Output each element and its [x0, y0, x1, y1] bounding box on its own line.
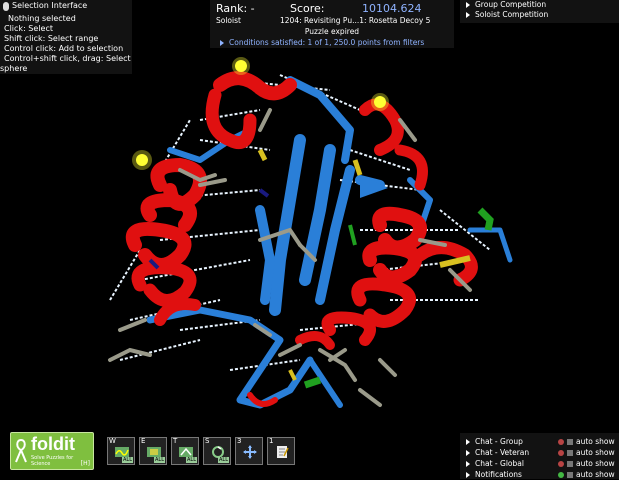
- selection-line: Shift click: Select range: [4, 34, 99, 43]
- expand-triangle-icon: [466, 12, 470, 18]
- foldit-logo-button[interactable]: foldit Solve Puzzles for Science [H]: [10, 432, 94, 470]
- lock-icon[interactable]: [567, 449, 573, 456]
- status-dot-icon[interactable]: [558, 438, 564, 445]
- all-badge: ALL: [186, 457, 197, 463]
- shake-all-button[interactable]: E ALL: [139, 437, 167, 465]
- hotkey-label: T: [173, 437, 178, 445]
- auto-show-label: auto show: [576, 437, 615, 446]
- competition-label: Group Competition: [475, 0, 547, 9]
- score-label: Score:: [290, 2, 325, 15]
- puzzle-status: Puzzle expired: [304, 27, 360, 36]
- chat-label: Chat - Group: [475, 437, 523, 446]
- conditions-text: Conditions satisfied: 1 of 1, 250.0 poin…: [229, 38, 425, 47]
- group-competition-toggle[interactable]: Group Competition: [466, 0, 619, 10]
- hotkey-label: W: [109, 437, 116, 445]
- expand-triangle-icon: [466, 439, 470, 445]
- selection-title-text: Selection Interface: [12, 1, 88, 10]
- competition-panel: Group Competition Soloist Competition: [460, 0, 619, 23]
- expand-triangle-icon: [466, 450, 470, 456]
- selection-line: Control click: Add to selection: [4, 44, 124, 53]
- selection-panel-title: Selection Interface: [0, 0, 132, 12]
- soloist-competition-toggle[interactable]: Soloist Competition: [466, 10, 619, 20]
- lock-icon[interactable]: [567, 438, 573, 445]
- hotkey-label: S: [205, 437, 210, 445]
- all-badge: ALL: [122, 457, 133, 463]
- lock-icon[interactable]: [567, 471, 573, 478]
- score-value: 10104.624: [362, 2, 422, 15]
- player-mode: Soloist: [216, 16, 241, 25]
- move-button[interactable]: 3: [235, 437, 263, 465]
- expand-triangle-icon: [466, 461, 470, 467]
- score-panel: Rank: - Score: 10104.624 Soloist 1204: R…: [210, 0, 454, 48]
- chat-label: Chat - Global: [475, 459, 524, 468]
- lock-icon[interactable]: [567, 460, 573, 467]
- expand-triangle-icon: [466, 2, 470, 8]
- notes-icon: [277, 446, 289, 458]
- conditions-toggle[interactable]: Conditions satisfied: 1 of 1, 250.0 poin…: [220, 38, 424, 47]
- expand-triangle-icon: [220, 40, 224, 46]
- chat-veteran-row[interactable]: Chat - Veteran auto show: [466, 447, 619, 458]
- ribbon-icon: [15, 438, 27, 463]
- wiggle-all-button[interactable]: W ALL: [107, 437, 135, 465]
- expand-triangle-icon: [466, 472, 470, 478]
- chat-panel: Chat - Group auto show Chat - Veteran au…: [460, 433, 619, 479]
- move-arrows-icon: [243, 445, 257, 459]
- rank-label: Rank: -: [216, 2, 255, 15]
- mouse-icon: [3, 1, 9, 11]
- selection-interface-panel: Selection Interface Nothing selected Cli…: [0, 0, 132, 74]
- hotkey-label: 1: [269, 437, 274, 445]
- all-badge: ALL: [218, 457, 229, 463]
- hotkey-label: E: [141, 437, 146, 445]
- selection-line: Control+shift click, drag: Select: [4, 54, 131, 63]
- status-dot-icon[interactable]: [558, 449, 564, 456]
- chat-global-row[interactable]: Chat - Global auto show: [466, 458, 619, 469]
- status-dot-icon[interactable]: [558, 460, 564, 467]
- selection-line: Nothing selected: [8, 14, 76, 23]
- selection-line: Click: Select: [4, 24, 53, 33]
- notifications-row[interactable]: Notifications auto show: [466, 469, 619, 480]
- auto-show-label: auto show: [576, 448, 615, 457]
- chat-group-row[interactable]: Chat - Group auto show: [466, 436, 619, 447]
- competition-label: Soloist Competition: [475, 10, 549, 19]
- wiggle-sidechains-button[interactable]: T ALL: [171, 437, 199, 465]
- shake-sidechains-button[interactable]: S ALL: [203, 437, 231, 465]
- all-badge: ALL: [154, 457, 165, 463]
- puzzle-name: 1204: Revisiting Pu...1: Rosetta Decoy 5: [280, 16, 431, 25]
- help-key: [H]: [80, 460, 90, 467]
- auto-show-label: auto show: [576, 470, 615, 479]
- notes-button[interactable]: 1: [267, 437, 295, 465]
- chat-label: Chat - Veteran: [475, 448, 530, 457]
- chat-label: Notifications: [475, 470, 522, 479]
- status-dot-icon[interactable]: [558, 471, 564, 478]
- logo-word: foldit: [31, 434, 75, 454]
- selection-line: sphere: [0, 64, 28, 73]
- hotkey-label: 3: [237, 437, 242, 445]
- hydrogen-bonds: [109, 74, 491, 371]
- auto-show-label: auto show: [576, 459, 615, 468]
